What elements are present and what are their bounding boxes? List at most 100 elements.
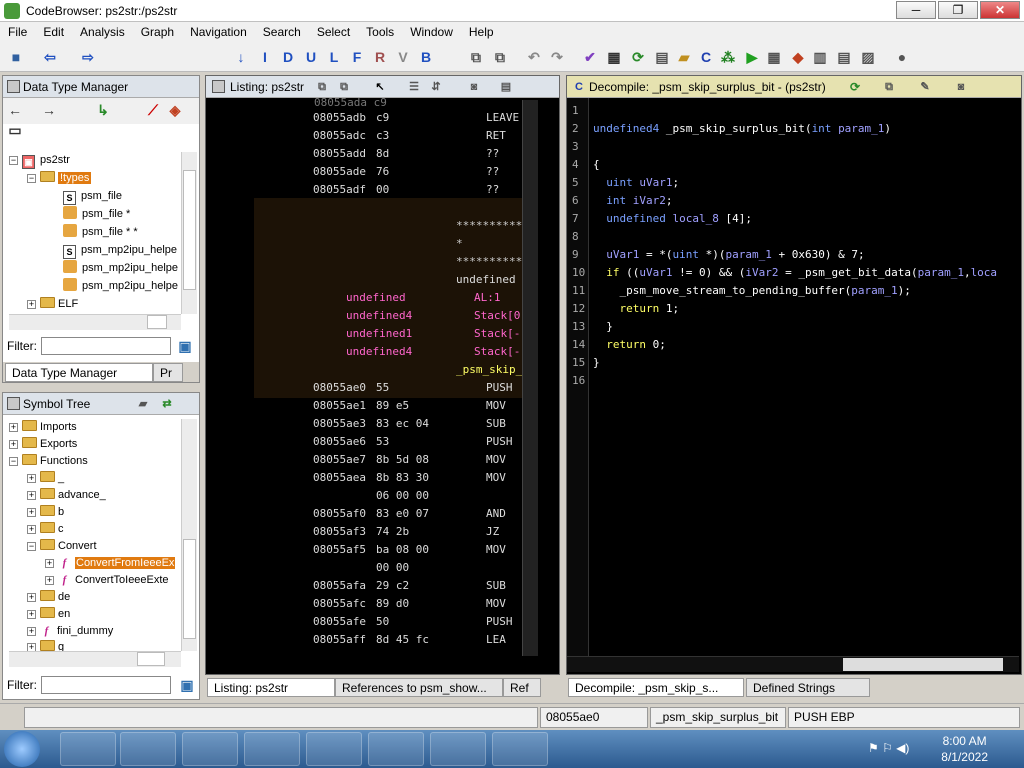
taskbar-media-player[interactable] xyxy=(120,732,176,766)
taskbar-ghidra[interactable] xyxy=(492,732,548,766)
refresh-icon[interactable]: ⟳ xyxy=(630,49,646,65)
code-line[interactable]: _psm_move_stream_to_pending_buffer(param… xyxy=(593,284,911,297)
listing-comment[interactable]: * xyxy=(456,237,463,250)
copy-icon[interactable]: ⧉ xyxy=(468,49,484,65)
code-line[interactable]: uVar1 = *(uint *)(param_1 + 0x630) & 7; xyxy=(593,248,864,261)
symtree-nav-icon[interactable]: ⇄ xyxy=(159,396,175,412)
dtm-root[interactable]: − ▣ ps2str xyxy=(9,152,70,169)
graph-icon[interactable]: ⁂ xyxy=(720,49,736,65)
dtm-filter-input[interactable] xyxy=(41,337,171,355)
symtree-item[interactable]: + de xyxy=(27,589,70,606)
listing-bytes[interactable]: 55 xyxy=(376,381,389,394)
code-line[interactable]: return 1; xyxy=(593,302,680,315)
paste-icon[interactable]: ⧉ xyxy=(492,49,508,65)
listing-bytes[interactable]: 83 e0 07 xyxy=(376,507,429,520)
dtm-hscrollbar[interactable] xyxy=(9,314,181,330)
listing-bytes[interactable]: 74 2b xyxy=(376,525,409,538)
dtm-back-icon[interactable]: ← xyxy=(7,102,23,118)
listing-bytes[interactable]: 8b 5d 08 xyxy=(376,453,429,466)
listing-mnemonic[interactable]: SUB xyxy=(486,417,506,430)
listing-var-storage[interactable]: Stack[- xyxy=(474,345,520,358)
listing-bytes[interactable]: 8d 45 fc xyxy=(376,633,429,646)
listing-mnemonic[interactable]: PUSH xyxy=(486,435,513,448)
listing-comment[interactable]: ********** xyxy=(456,219,522,232)
nav-instruction-icon[interactable]: I xyxy=(257,49,273,65)
tab-data-type-manager[interactable]: Data Type Manager xyxy=(5,363,153,382)
dtm-filter-options-icon[interactable]: ▣ xyxy=(177,338,193,354)
code-line[interactable]: } xyxy=(593,320,613,333)
clock[interactable]: 8:00 AM 8/1/2022 xyxy=(941,733,988,765)
dtm-item[interactable]: psm_mp2ipu_helpe xyxy=(63,260,178,277)
listing-bytes[interactable]: 76 xyxy=(376,165,389,178)
listing-bytes[interactable]: 00 00 xyxy=(376,561,409,574)
check-icon[interactable]: ✔ xyxy=(582,49,598,65)
taskbar-notepad[interactable] xyxy=(368,732,424,766)
listing-bytes[interactable]: 89 d0 xyxy=(376,597,409,610)
listing-var-type[interactable]: undefined4 xyxy=(346,345,412,358)
tab-defined-strings[interactable]: Defined Strings xyxy=(746,678,870,697)
menu-search[interactable]: Search xyxy=(255,22,309,42)
listing-address[interactable]: 08055add xyxy=(313,147,366,160)
script-icon[interactable]: ▨ xyxy=(860,49,876,65)
grid-icon[interactable]: ▦ xyxy=(766,49,782,65)
listing-bytes[interactable]: 50 xyxy=(376,615,389,628)
listing-comment[interactable]: ********** xyxy=(456,255,522,268)
code-line[interactable]: undefined4 _psm_skip_surplus_bit(int par… xyxy=(593,122,891,135)
listing-cursor-icon[interactable]: ↖ xyxy=(372,79,388,95)
dtm-item[interactable]: psm_mp2ipu_helpe xyxy=(63,278,178,295)
listing-fn-label[interactable]: _psm_skip_ xyxy=(456,363,522,376)
maximize-button[interactable]: ❐ xyxy=(938,1,978,19)
symtree-item[interactable]: + c xyxy=(27,521,64,538)
listing-bytes[interactable]: 83 ec 04 xyxy=(376,417,429,430)
dtm-types[interactable]: − !types xyxy=(27,170,92,187)
listing-paste-icon[interactable]: ⧉ xyxy=(336,79,352,95)
close-button[interactable]: ✕ xyxy=(980,1,1020,19)
code-line[interactable]: uint uVar1; xyxy=(593,176,679,189)
tray-icons[interactable]: ⚑ ⚐ ◀) xyxy=(868,741,909,755)
code-line[interactable]: int iVar2; xyxy=(593,194,672,207)
listing-mnemonic[interactable]: LEA xyxy=(486,633,506,646)
listing-bytes[interactable]: c9 xyxy=(376,111,389,124)
code-line[interactable]: undefined local_8 [4]; xyxy=(593,212,752,225)
symtree-item[interactable]: + Imports xyxy=(9,419,77,436)
listing-snapshot-icon[interactable]: ◙ xyxy=(466,79,482,95)
symtree-item[interactable]: + advance_ xyxy=(27,487,106,504)
memory-icon[interactable]: ▤ xyxy=(654,49,670,65)
forward-arrow-icon[interactable]: ⇨ xyxy=(80,49,96,65)
listing-mnemonic[interactable]: ?? xyxy=(486,183,499,196)
listing-var-type[interactable]: undefined4 xyxy=(346,309,412,322)
menu-select[interactable]: Select xyxy=(309,22,358,42)
listing-address[interactable]: 08055ae3 xyxy=(313,417,366,430)
dtm-forward-icon[interactable]: → xyxy=(41,102,57,118)
help-icon[interactable]: ● xyxy=(894,49,910,65)
menu-analysis[interactable]: Analysis xyxy=(72,22,133,42)
down-arrow-icon[interactable]: ↓ xyxy=(233,49,249,65)
menu-graph[interactable]: Graph xyxy=(133,22,182,42)
code-line[interactable]: if ((uVar1 != 0) && (iVar2 = _psm_get_bi… xyxy=(593,266,997,279)
symtree-item[interactable]: + en xyxy=(27,606,70,623)
listing-address[interactable]: 08055aea xyxy=(313,471,366,484)
listing-address[interactable]: 08055ade xyxy=(313,165,366,178)
dtm-elf[interactable]: + ELF xyxy=(27,296,78,313)
decompile-hscrollbar[interactable] xyxy=(567,656,1019,672)
tab-decompile[interactable]: Decompile: _psm_skip_s... xyxy=(568,678,744,697)
menu-navigation[interactable]: Navigation xyxy=(182,22,255,42)
decompile-copy-icon[interactable]: ⧉ xyxy=(881,79,897,95)
listing-address[interactable]: 08055adc xyxy=(313,129,366,142)
listing-var-type[interactable]: undefined1 xyxy=(346,327,412,340)
listing-mnemonic[interactable]: PUSH xyxy=(486,381,513,394)
dtm-item[interactable]: psm_file * xyxy=(63,206,130,223)
nav-data-icon[interactable]: D xyxy=(280,49,296,65)
back-arrow-icon[interactable]: ⇦ xyxy=(42,49,58,65)
listing-diff-icon[interactable]: ⇵ xyxy=(428,79,444,95)
listing-address[interactable]: 08055afe xyxy=(313,615,366,628)
listing-mnemonic[interactable]: LEAVE xyxy=(486,111,519,124)
bytes-icon[interactable]: ▦ xyxy=(606,49,622,65)
symtree-hscrollbar[interactable] xyxy=(9,651,181,667)
listing-address[interactable]: 08055afc xyxy=(313,597,366,610)
listing-mnemonic[interactable]: SUB xyxy=(486,579,506,592)
listing-address[interactable]: 08055ae1 xyxy=(313,399,366,412)
symtree-item[interactable]: − Functions xyxy=(9,453,88,470)
redo-icon[interactable]: ↷ xyxy=(549,49,565,65)
listing-address[interactable]: 08055afa xyxy=(313,579,366,592)
